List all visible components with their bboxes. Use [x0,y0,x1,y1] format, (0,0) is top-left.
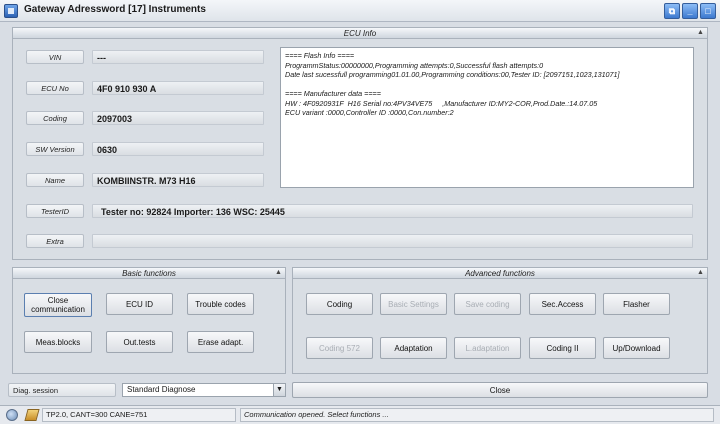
erase-adapt-button[interactable]: Erase adapt. [187,331,254,353]
basic-settings-button[interactable]: Basic Settings [380,293,447,315]
ecu-no-label: ECU No [26,81,84,95]
protocol-status: TP2.0, CANT=300 CANE=751 [42,408,236,422]
coding-value: 2097003 [92,111,264,125]
out-tests-button[interactable]: Out.tests [106,331,173,353]
connection-icon [6,409,18,421]
sw-version-value: 0630 [92,142,264,156]
coding-572-button[interactable]: Coding 572 [306,337,373,359]
ecu-info-title: ECU Info [343,29,377,38]
ecu-id-button[interactable]: ECU ID [106,293,173,315]
status-bar: TP2.0, CANT=300 CANE=751 Communication o… [0,405,720,424]
chevron-down-icon[interactable]: ▼ [273,384,285,396]
restore-button[interactable]: ⧉ [664,3,680,19]
collapse-icon[interactable]: ▲ [696,29,705,37]
basic-functions-panel: Basic functions ▲ [12,267,286,374]
sw-version-label: SW Version [26,142,84,156]
collapse-icon[interactable]: ▲ [696,269,705,277]
save-coding-button[interactable]: Save coding [454,293,521,315]
basic-functions-title: Basic functions [122,269,176,278]
diag-session-label: Diag. session [8,383,116,397]
window-title: Gateway Adressword [17] Instruments [24,4,206,15]
close-communication-button[interactable]: Close communication [24,293,92,317]
vin-label: VIN [26,50,84,64]
app-icon [4,4,18,18]
flash-info-textbox[interactable]: ==== Flash Info ==== ProgrammStatus:0000… [280,47,694,188]
coding-ii-button[interactable]: Coding II [529,337,596,359]
vin-value: --- [92,50,264,64]
adaptation-button[interactable]: Adaptation [380,337,447,359]
meas-blocks-button[interactable]: Meas.blocks [24,331,92,353]
name-label: Name [26,173,84,187]
extra-label: Extra [26,234,84,248]
advanced-functions-title: Advanced functions [465,269,535,278]
flasher-button[interactable]: Flasher [603,293,670,315]
key-icon [24,409,40,421]
tester-id-label: TesterID [26,204,84,218]
trouble-codes-button[interactable]: Trouble codes [187,293,254,315]
advanced-functions-header: Advanced functions ▲ [293,268,707,279]
name-value: KOMBIINSTR. M73 H16 [92,173,264,187]
status-message: Communication opened. Select functions .… [240,408,714,422]
close-button[interactable]: Close [292,382,708,398]
maximize-button[interactable]: □ [700,3,716,19]
extra-value [92,234,693,248]
minimize-button[interactable]: _ [682,3,698,19]
diag-session-select[interactable]: Standard Diagnose ▼ [122,383,286,397]
basic-functions-header: Basic functions ▲ [13,268,285,279]
ecu-no-value: 4F0 910 930 A [92,81,264,95]
coding-label: Coding [26,111,84,125]
collapse-icon[interactable]: ▲ [274,269,283,277]
ecu-info-header: ECU Info ▲ [13,28,707,39]
up-download-button[interactable]: Up/Download [603,337,670,359]
sec-access-button[interactable]: Sec.Access [529,293,596,315]
title-bar: Gateway Adressword [17] Instruments ⧉ _ … [0,0,720,22]
l-adaptation-button[interactable]: L.adaptation [454,337,521,359]
tester-id-value: Tester no: 92824 Importer: 136 WSC: 2544… [92,204,693,218]
diag-session-value: Standard Diagnose [127,385,196,394]
coding-button[interactable]: Coding [306,293,373,315]
